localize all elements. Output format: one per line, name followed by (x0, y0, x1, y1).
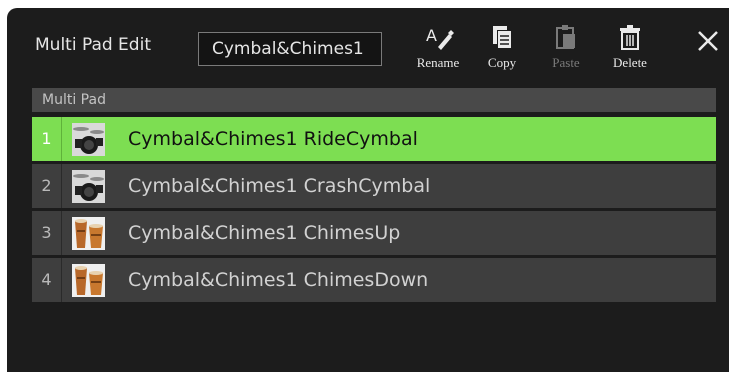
paste-button[interactable]: Paste (537, 24, 595, 71)
copy-label: Copy (487, 55, 517, 70)
rename-button[interactable]: A Rename (409, 24, 467, 71)
page-title: Multi Pad Edit (35, 35, 151, 55)
pad-name: Cymbal&Chimes1 CrashCymbal (128, 175, 431, 197)
pad-name: Cymbal&Chimes1 ChimesDown (128, 269, 429, 291)
copy-button[interactable]: Copy (473, 24, 531, 71)
trash-icon (620, 25, 640, 50)
pad-number: 4 (32, 258, 62, 302)
drum-kit-icon (72, 123, 105, 156)
drum-kit-icon (72, 170, 105, 203)
rename-label: Rename (416, 55, 460, 70)
delete-label: Delete (613, 55, 647, 70)
pad-row-2[interactable]: 2 Cymbal&Chimes1 CrashCymbal (32, 164, 716, 208)
pad-number: 3 (32, 211, 62, 255)
bongo-drums-icon (72, 264, 105, 297)
pad-name-field[interactable]: Cymbal&Chimes1 (198, 32, 382, 66)
pad-name: Cymbal&Chimes1 ChimesUp (128, 222, 401, 244)
rename-icon: A (426, 26, 454, 50)
paste-label: Paste (552, 55, 580, 70)
pad-name: Cymbal&Chimes1 RideCymbal (128, 128, 418, 150)
svg-text:A: A (426, 26, 437, 45)
copy-icon (493, 26, 511, 48)
pad-number: 1 (32, 117, 62, 161)
multi-pad-edit-panel: Multi Pad Edit Cymbal&Chimes1 A Rename C… (7, 8, 729, 372)
pad-number: 2 (32, 164, 62, 208)
bongo-drums-icon (72, 217, 105, 250)
close-icon[interactable] (695, 28, 721, 54)
delete-button[interactable]: Delete (601, 24, 659, 71)
pad-row-4[interactable]: 4 Cymbal&Chimes1 ChimesDown (32, 258, 716, 302)
pad-row-1[interactable]: 1 Cymbal&Chimes1 RideCymbal (32, 117, 716, 161)
list-header: Multi Pad (32, 88, 716, 112)
multi-pad-list: Multi Pad 1 Cymbal&Chimes1 RideCymbal 2 (32, 88, 716, 302)
paste-icon (556, 25, 575, 49)
pad-row-3[interactable]: 3 Cymbal&Chimes1 ChimesUp (32, 211, 716, 255)
